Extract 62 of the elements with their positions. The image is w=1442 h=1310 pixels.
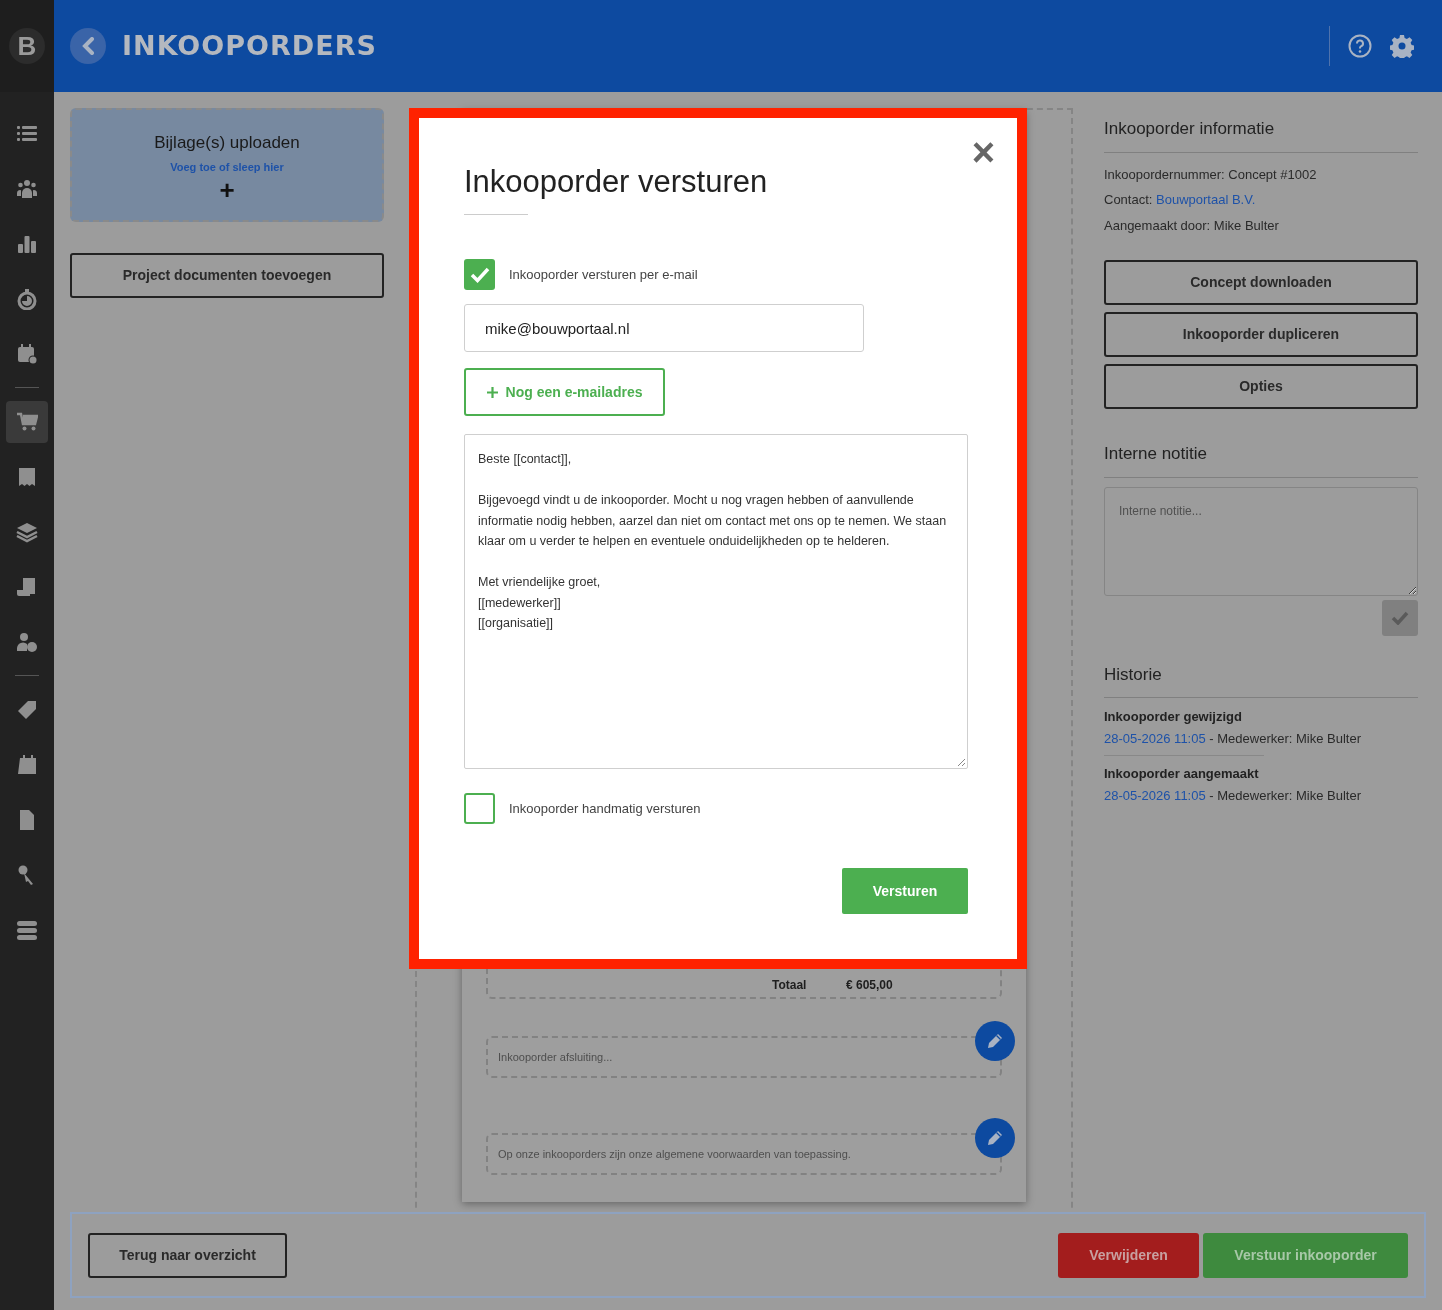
help-icon[interactable]	[1348, 34, 1372, 58]
delete-button[interactable]: Verwijderen	[1058, 1232, 1199, 1278]
upload-dropzone[interactable]: Bijlage(s) uploaden Voeg toe of sleep hier +	[70, 108, 384, 222]
contact-link[interactable]: Bouwportaal B.V.	[1156, 190, 1256, 210]
close-button[interactable]: ×	[971, 132, 995, 172]
back-to-overview-button[interactable]: Terug naar overzicht	[88, 1232, 287, 1278]
placeholder-text: Inkooporder afsluiting...	[498, 1049, 613, 1065]
message-field[interactable]: Beste [[contact]], Bijgevoegd vindt u de inkooporder. Mocht u nog vragen hebben of aanvullende informatie nodig hebben, aarzel dan niet om contact met ons op te nemen. We staan klaar om u verder te helpen en eventuele onduidelijkheden op te helderen. Met vriendelijke groet, [[medewerker]] [[organisatie]]	[464, 434, 968, 769]
checkbox[interactable]	[464, 259, 495, 290]
stopwatch-icon	[16, 287, 38, 310]
dialog-title: Inkooporder versturen	[464, 163, 769, 201]
email-field[interactable]: mike@bouwportaal.nl	[464, 304, 864, 352]
plus-icon: +	[219, 177, 235, 203]
note-field[interactable]: Interne notitie...	[1104, 486, 1418, 596]
page-title: INKOOPORDERS	[122, 28, 377, 63]
plus-icon	[486, 386, 498, 398]
tag-icon	[16, 698, 38, 721]
checkbox[interactable]	[464, 793, 495, 824]
total-value: € 605,00	[846, 977, 893, 994]
check-icon	[469, 266, 490, 283]
checkbox-label: Inkooporder handmatig versturen	[509, 799, 701, 818]
calendar-sheet-icon	[16, 753, 38, 776]
receipt-icon	[16, 465, 38, 488]
settings-icon[interactable]	[1390, 34, 1414, 58]
check-icon	[1391, 610, 1409, 625]
history-detail: - Medewerker: Mike Bulter	[1208, 786, 1361, 805]
chevron-left-icon	[81, 37, 95, 55]
upload-title: Bijlage(s) uploaden	[154, 132, 300, 154]
pencil-icon	[986, 1129, 1004, 1147]
contact-label: Contact:	[1104, 191, 1154, 209]
back-button[interactable]	[70, 28, 106, 64]
checkbox-label: Inkooporder versturen per e-mail	[509, 265, 698, 284]
created-by: Aangemaakt door: Mike Bulter	[1104, 216, 1280, 235]
action-button[interactable]: Opties	[1104, 364, 1418, 409]
layers-icon	[16, 520, 38, 543]
send-button[interactable]: Versturen	[842, 868, 968, 914]
resize-handle-icon[interactable]	[957, 758, 965, 766]
pencil-icon	[986, 1032, 1004, 1050]
order-number: Inkoopordernummer: Concept #1002	[1104, 165, 1318, 184]
section-title: Inkooporder informatie	[1104, 116, 1418, 153]
action-button[interactable]: Inkooporder dupliceren	[1104, 312, 1418, 357]
history-title: Inkooporder aangemaakt	[1104, 765, 1260, 783]
section-title: Interne notitie	[1104, 441, 1418, 478]
nav-item[interactable]	[6, 400, 48, 443]
edit-button[interactable]	[975, 1021, 1015, 1061]
add-email-button[interactable]: Nog een e-mailadres	[464, 368, 665, 416]
logo: B	[9, 28, 45, 64]
edit-button[interactable]	[975, 1118, 1015, 1158]
terms-text: Op onze inkooporders zijn onze algemene voorwaarden van toepassing.	[498, 1146, 851, 1162]
history-date-link[interactable]: 28-05-2026 11:05	[1104, 785, 1206, 805]
total-label: Totaal	[772, 977, 807, 994]
save-note-button[interactable]	[1382, 599, 1418, 636]
history-date-link[interactable]: 28-05-2026 11:05	[1104, 728, 1206, 748]
action-button[interactable]: Concept downloaden	[1104, 260, 1418, 305]
history-detail: - Medewerker: Mike Bulter	[1208, 729, 1361, 748]
project-documents-button[interactable]: Project documenten toevoegen	[70, 253, 384, 298]
section-title: Historie	[1104, 661, 1418, 698]
users-icon	[16, 177, 38, 200]
server-icon	[16, 918, 38, 941]
history-title: Inkooporder gewijzigd	[1104, 708, 1243, 726]
shopping-cart-icon	[16, 410, 38, 433]
upload-hint: Voeg toe of sleep hier	[170, 159, 284, 175]
